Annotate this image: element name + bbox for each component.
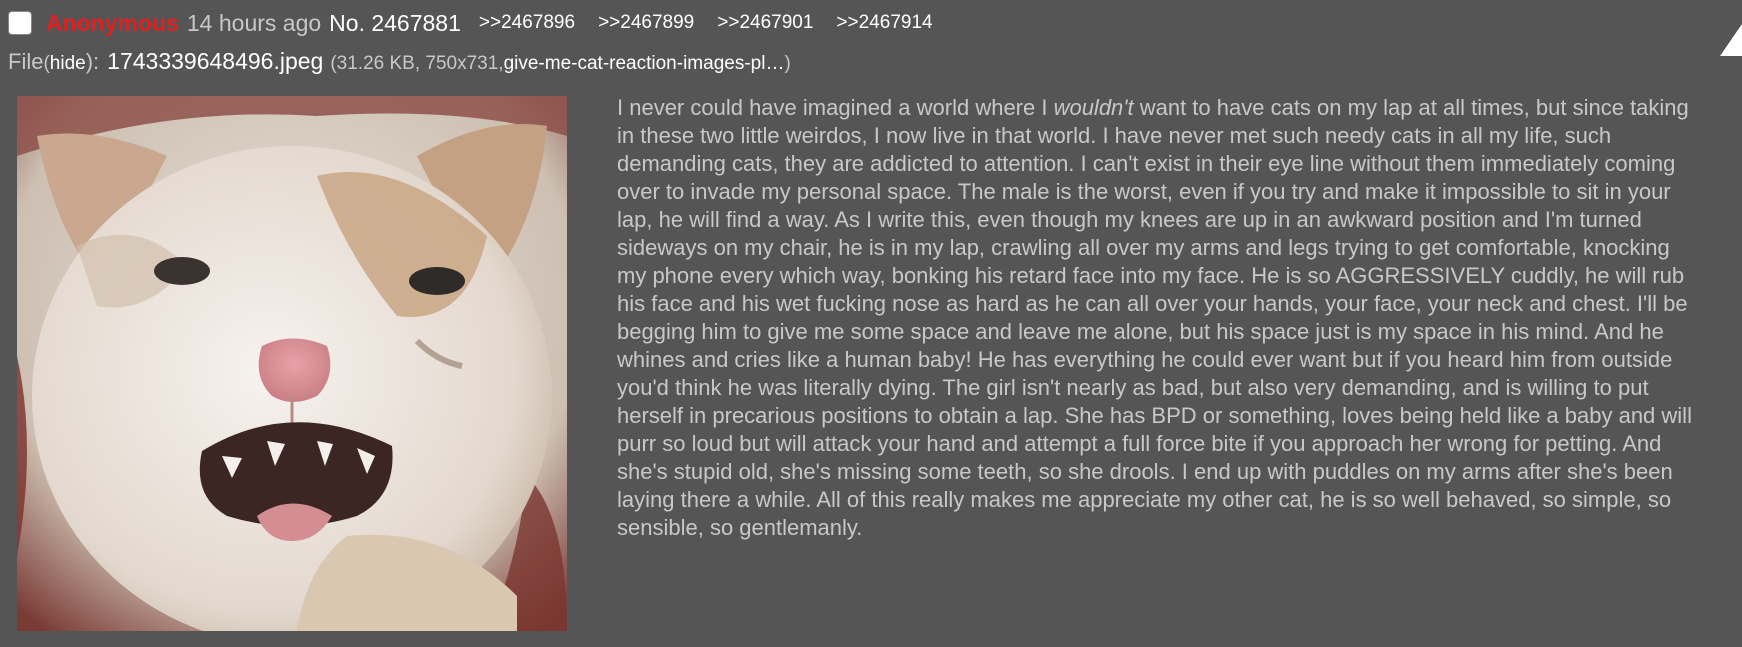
post-message-emphasis: wouldn't bbox=[1053, 95, 1134, 120]
file-meta-close: ) bbox=[784, 53, 791, 74]
reply-link-3[interactable]: >>2467901 bbox=[717, 12, 813, 34]
file-label: File bbox=[8, 49, 44, 74]
reply-link-4[interactable]: >>2467914 bbox=[836, 12, 932, 34]
post-number[interactable]: No. 2467881 bbox=[329, 10, 461, 37]
post-message-rest: want to have cats on my lap at all times… bbox=[617, 95, 1692, 540]
post-message: I never could have imagined a world wher… bbox=[617, 94, 1697, 542]
triangle-up-icon[interactable] bbox=[1720, 24, 1742, 56]
cat-image-drawing bbox=[17, 96, 567, 631]
post-message-start: I never could have imagined a world wher… bbox=[617, 95, 1054, 120]
original-file-name-link[interactable]: give-me-cat-reaction-images-pl… bbox=[504, 53, 785, 75]
reply-link-2[interactable]: >>2467899 bbox=[598, 12, 694, 34]
post-header: Anonymous 14 hours ago No. 2467881 >>246… bbox=[8, 8, 956, 38]
cat-thumbnail-image[interactable] bbox=[17, 96, 567, 631]
hide-close-paren: ): bbox=[85, 49, 100, 74]
file-meta-open: (31.26 KB, 750x731, bbox=[330, 53, 504, 74]
reply-link-1[interactable]: >>2467896 bbox=[479, 12, 575, 34]
hide-file-link[interactable]: hide bbox=[50, 53, 86, 75]
post-select-checkbox[interactable] bbox=[8, 11, 32, 35]
post-time: 14 hours ago bbox=[186, 9, 322, 36]
file-name-link[interactable]: 1743339648496.jpeg bbox=[107, 48, 323, 75]
file-info: File ( hide ): 1743339648496.jpeg (31.26… bbox=[8, 48, 791, 75]
poster-name: Anonymous bbox=[46, 9, 179, 36]
